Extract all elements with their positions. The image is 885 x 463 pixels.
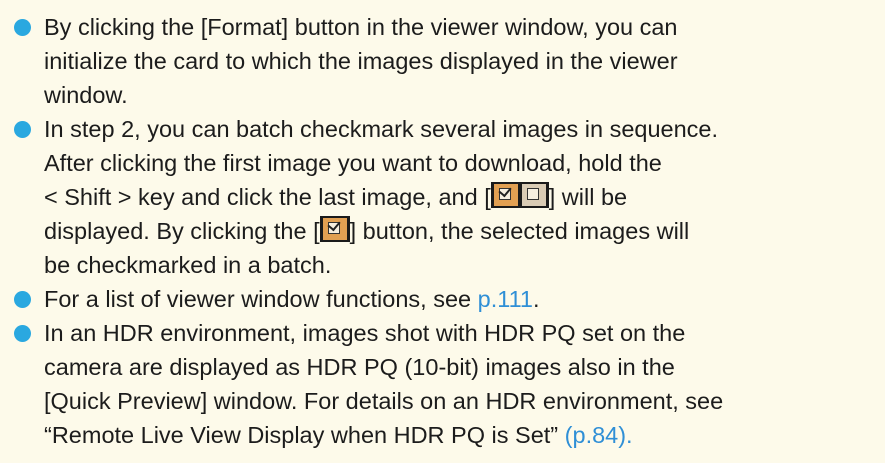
text-segment: < Shift > key and click the last image, … bbox=[44, 184, 491, 210]
page-link[interactable]: p.111 bbox=[478, 286, 533, 312]
text-line: initialize the card to which the images … bbox=[44, 48, 678, 74]
text-segment: For a list of viewer window functions, s… bbox=[44, 286, 478, 312]
text-line: After clicking the first image you want … bbox=[44, 150, 662, 176]
page-link[interactable]: (p.84). bbox=[565, 422, 633, 448]
checkmark-all-icon bbox=[493, 183, 518, 206]
text-line: window. bbox=[44, 82, 128, 108]
list-item-text: In step 2, you can batch checkmark sever… bbox=[44, 112, 880, 282]
text-line: By clicking the [Format] button in the v… bbox=[44, 14, 678, 40]
list-item-text: By clicking the [Format] button in the v… bbox=[44, 10, 880, 112]
text-line: In step 2, you can batch checkmark sever… bbox=[44, 116, 719, 142]
checkmark-toggle-buttons bbox=[490, 182, 549, 208]
checkmark-button-icon bbox=[319, 216, 350, 242]
list-item-text: For a list of viewer window functions, s… bbox=[44, 282, 880, 316]
checkmark-icon bbox=[322, 217, 347, 240]
uncheck-all-icon bbox=[521, 184, 546, 206]
text-line: “Remote Live View Display when HDR PQ is… bbox=[44, 418, 880, 452]
text-segment: “Remote Live View Display when HDR PQ is… bbox=[44, 422, 565, 448]
bullet-icon bbox=[14, 121, 31, 138]
text-segment: displayed. By clicking the [ bbox=[44, 218, 320, 244]
text-line: displayed. By clicking the [ ] button, th… bbox=[44, 214, 880, 248]
text-line: camera are displayed as HDR PQ (10-bit) … bbox=[44, 354, 675, 380]
text-line: In an HDR environment, images shot with … bbox=[44, 320, 686, 346]
text-line: be checkmarked in a batch. bbox=[44, 252, 332, 278]
text-line: < Shift > key and click the last image, … bbox=[44, 180, 880, 214]
bullet-icon bbox=[14, 325, 31, 342]
text-line: [Quick Preview] window. For details on a… bbox=[44, 388, 724, 414]
text-segment: ] will be bbox=[548, 184, 628, 210]
bullet-icon bbox=[14, 291, 31, 308]
text-line: For a list of viewer window functions, s… bbox=[44, 282, 880, 316]
text-segment: . bbox=[532, 286, 540, 312]
help-page: By clicking the [Format] button in the v… bbox=[0, 0, 885, 463]
list-item-text: In an HDR environment, images shot with … bbox=[44, 316, 880, 452]
bullet-icon bbox=[14, 19, 31, 36]
text-segment: ] button, the selected images will bbox=[349, 218, 690, 244]
